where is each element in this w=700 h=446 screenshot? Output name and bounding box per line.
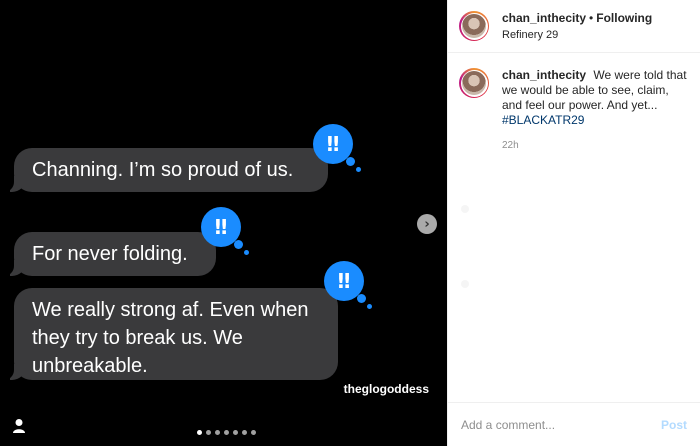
post-button[interactable]: Post: [661, 418, 687, 432]
message-text: We really strong af. Even when they try …: [32, 299, 309, 377]
profile-photo: [462, 71, 486, 95]
emphasis-reaction-icon: ‼: [201, 207, 249, 255]
emphasis-reaction-icon: ‼: [324, 261, 372, 309]
carousel-dot: [206, 430, 211, 435]
user-icon[interactable]: [12, 418, 26, 434]
post-header: chan_inthecity • Following Refinery 29: [448, 0, 700, 53]
caption-username-link[interactable]: chan_inthecity: [502, 68, 586, 82]
instagram-post-view: Channing. I’m so proud of us. ‼ For neve…: [0, 0, 700, 446]
username-link[interactable]: chan_inthecity: [502, 11, 586, 25]
profile-photo: [462, 14, 486, 38]
caption: chan_inthecity We were told that we woul…: [448, 53, 700, 151]
next-slide-button[interactable]: ›: [417, 214, 437, 234]
watermark-text: theglogoddess: [343, 382, 429, 396]
following-button[interactable]: Following: [596, 11, 652, 25]
placeholder-dot: [461, 280, 469, 288]
bubble-tail: [4, 176, 26, 192]
chevron-right-icon: ›: [424, 216, 430, 232]
post-sidebar: chan_inthecity • Following Refinery 29 cha…: [447, 0, 700, 446]
header-text: chan_inthecity • Following Refinery 29: [502, 11, 652, 41]
post-timestamp[interactable]: 22h: [502, 140, 688, 151]
emphasis-reaction-icon: ‼: [313, 124, 361, 172]
bubble-tail: [4, 260, 26, 276]
carousel-dot: [224, 430, 229, 435]
placeholder-dot: [461, 205, 469, 213]
separator-dot: •: [589, 11, 594, 25]
carousel-dot: [251, 430, 256, 435]
avatar[interactable]: [459, 11, 489, 41]
carousel-dot: [197, 430, 202, 435]
carousel-dot: [242, 430, 247, 435]
carousel-dot: [215, 430, 220, 435]
carousel-indicator: [197, 430, 256, 435]
location-link[interactable]: Refinery 29: [502, 29, 652, 41]
message-text: Channing. I’m so proud of us.: [32, 159, 294, 181]
message-bubble-2: For never folding.: [4, 232, 216, 276]
hashtag-link[interactable]: #BLACKATR29: [502, 113, 584, 127]
message-bubble-1: Channing. I’m so proud of us.: [4, 148, 328, 192]
post-media[interactable]: Channing. I’m so proud of us. ‼ For neve…: [0, 0, 447, 446]
carousel-dot: [233, 430, 238, 435]
bubble-tail: [4, 364, 26, 380]
comment-bar: Post: [448, 402, 700, 446]
comment-input[interactable]: [461, 417, 641, 432]
message-text: For never folding.: [32, 243, 188, 265]
message-bubble-3: We really strong af. Even when they try …: [4, 288, 338, 380]
avatar[interactable]: [459, 68, 489, 98]
